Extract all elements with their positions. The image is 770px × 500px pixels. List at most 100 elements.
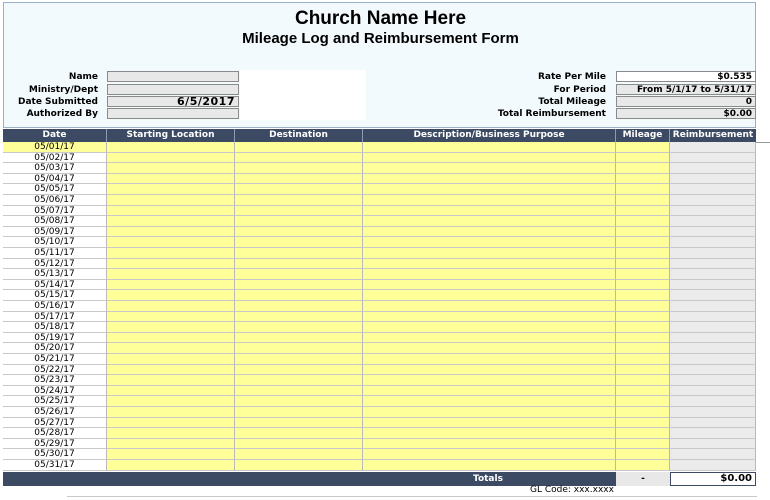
starting-location-cell[interactable] (107, 142, 235, 153)
starting-location-cell[interactable] (107, 385, 235, 397)
mileage-cell[interactable] (616, 428, 670, 439)
name-field[interactable] (107, 71, 239, 82)
starting-location-cell[interactable] (107, 152, 235, 164)
mileage-cell[interactable] (616, 354, 670, 365)
destination-cell[interactable] (235, 279, 363, 291)
destination-cell[interactable] (235, 301, 363, 312)
destination-cell[interactable] (235, 142, 363, 153)
destination-cell[interactable] (235, 290, 363, 301)
starting-location-cell[interactable] (107, 163, 235, 174)
mileage-cell[interactable] (616, 258, 670, 270)
mileage-cell[interactable] (616, 237, 670, 248)
description-cell[interactable] (363, 142, 616, 153)
starting-location-cell[interactable] (107, 460, 235, 471)
starting-location-cell[interactable] (107, 322, 235, 333)
mileage-cell[interactable] (616, 322, 670, 333)
authorized-by-field[interactable] (107, 108, 239, 119)
destination-cell[interactable] (235, 152, 363, 164)
destination-cell[interactable] (235, 216, 363, 227)
description-cell[interactable] (363, 354, 616, 365)
starting-location-cell[interactable] (107, 173, 235, 185)
mileage-cell[interactable] (616, 248, 670, 259)
destination-cell[interactable] (235, 163, 363, 174)
destination-cell[interactable] (235, 248, 363, 259)
destination-cell[interactable] (235, 396, 363, 407)
description-cell[interactable] (363, 216, 616, 227)
description-cell[interactable] (363, 428, 616, 439)
description-cell[interactable] (363, 205, 616, 217)
starting-location-cell[interactable] (107, 438, 235, 450)
mileage-cell[interactable] (616, 173, 670, 185)
mileage-cell[interactable] (616, 375, 670, 386)
description-cell[interactable] (363, 173, 616, 185)
starting-location-cell[interactable] (107, 184, 235, 195)
description-cell[interactable] (363, 343, 616, 354)
destination-cell[interactable] (235, 354, 363, 365)
starting-location-cell[interactable] (107, 216, 235, 227)
starting-location-cell[interactable] (107, 375, 235, 386)
destination-cell[interactable] (235, 385, 363, 397)
mileage-cell[interactable] (616, 385, 670, 397)
starting-location-cell[interactable] (107, 301, 235, 312)
mileage-cell[interactable] (616, 290, 670, 301)
starting-location-cell[interactable] (107, 279, 235, 291)
description-cell[interactable] (363, 195, 616, 206)
destination-cell[interactable] (235, 428, 363, 439)
mileage-cell[interactable] (616, 279, 670, 291)
destination-cell[interactable] (235, 322, 363, 333)
starting-location-cell[interactable] (107, 343, 235, 354)
starting-location-cell[interactable] (107, 258, 235, 270)
description-cell[interactable] (363, 184, 616, 195)
description-cell[interactable] (363, 290, 616, 301)
description-cell[interactable] (363, 375, 616, 386)
destination-cell[interactable] (235, 237, 363, 248)
mileage-cell[interactable] (616, 195, 670, 206)
destination-cell[interactable] (235, 460, 363, 471)
description-cell[interactable] (363, 322, 616, 333)
destination-cell[interactable] (235, 343, 363, 354)
destination-cell[interactable] (235, 438, 363, 450)
mileage-cell[interactable] (616, 142, 670, 153)
description-cell[interactable] (363, 269, 616, 280)
description-cell[interactable] (363, 226, 616, 238)
starting-location-cell[interactable] (107, 396, 235, 407)
destination-cell[interactable] (235, 258, 363, 270)
description-cell[interactable] (363, 301, 616, 312)
mileage-cell[interactable] (616, 216, 670, 227)
date-submitted-field[interactable]: 6/5/2017 (107, 96, 239, 107)
description-cell[interactable] (363, 438, 616, 450)
mileage-cell[interactable] (616, 301, 670, 312)
destination-cell[interactable] (235, 173, 363, 185)
starting-location-cell[interactable] (107, 417, 235, 429)
destination-cell[interactable] (235, 375, 363, 386)
starting-location-cell[interactable] (107, 195, 235, 206)
starting-location-cell[interactable] (107, 407, 235, 418)
description-cell[interactable] (363, 311, 616, 323)
starting-location-cell[interactable] (107, 226, 235, 238)
mileage-cell[interactable] (616, 152, 670, 164)
destination-cell[interactable] (235, 417, 363, 429)
destination-cell[interactable] (235, 364, 363, 376)
mileage-cell[interactable] (616, 449, 670, 460)
starting-location-cell[interactable] (107, 290, 235, 301)
mileage-cell[interactable] (616, 163, 670, 174)
destination-cell[interactable] (235, 184, 363, 195)
mileage-cell[interactable] (616, 205, 670, 217)
description-cell[interactable] (363, 258, 616, 270)
description-cell[interactable] (363, 460, 616, 471)
starting-location-cell[interactable] (107, 332, 235, 344)
mileage-cell[interactable] (616, 226, 670, 238)
destination-cell[interactable] (235, 269, 363, 280)
destination-cell[interactable] (235, 407, 363, 418)
destination-cell[interactable] (235, 449, 363, 460)
ministry-dept-field[interactable] (107, 84, 239, 95)
description-cell[interactable] (363, 237, 616, 248)
destination-cell[interactable] (235, 226, 363, 238)
starting-location-cell[interactable] (107, 364, 235, 376)
description-cell[interactable] (363, 248, 616, 259)
mileage-cell[interactable] (616, 438, 670, 450)
starting-location-cell[interactable] (107, 248, 235, 259)
description-cell[interactable] (363, 449, 616, 460)
mileage-cell[interactable] (616, 269, 670, 280)
mileage-cell[interactable] (616, 311, 670, 323)
